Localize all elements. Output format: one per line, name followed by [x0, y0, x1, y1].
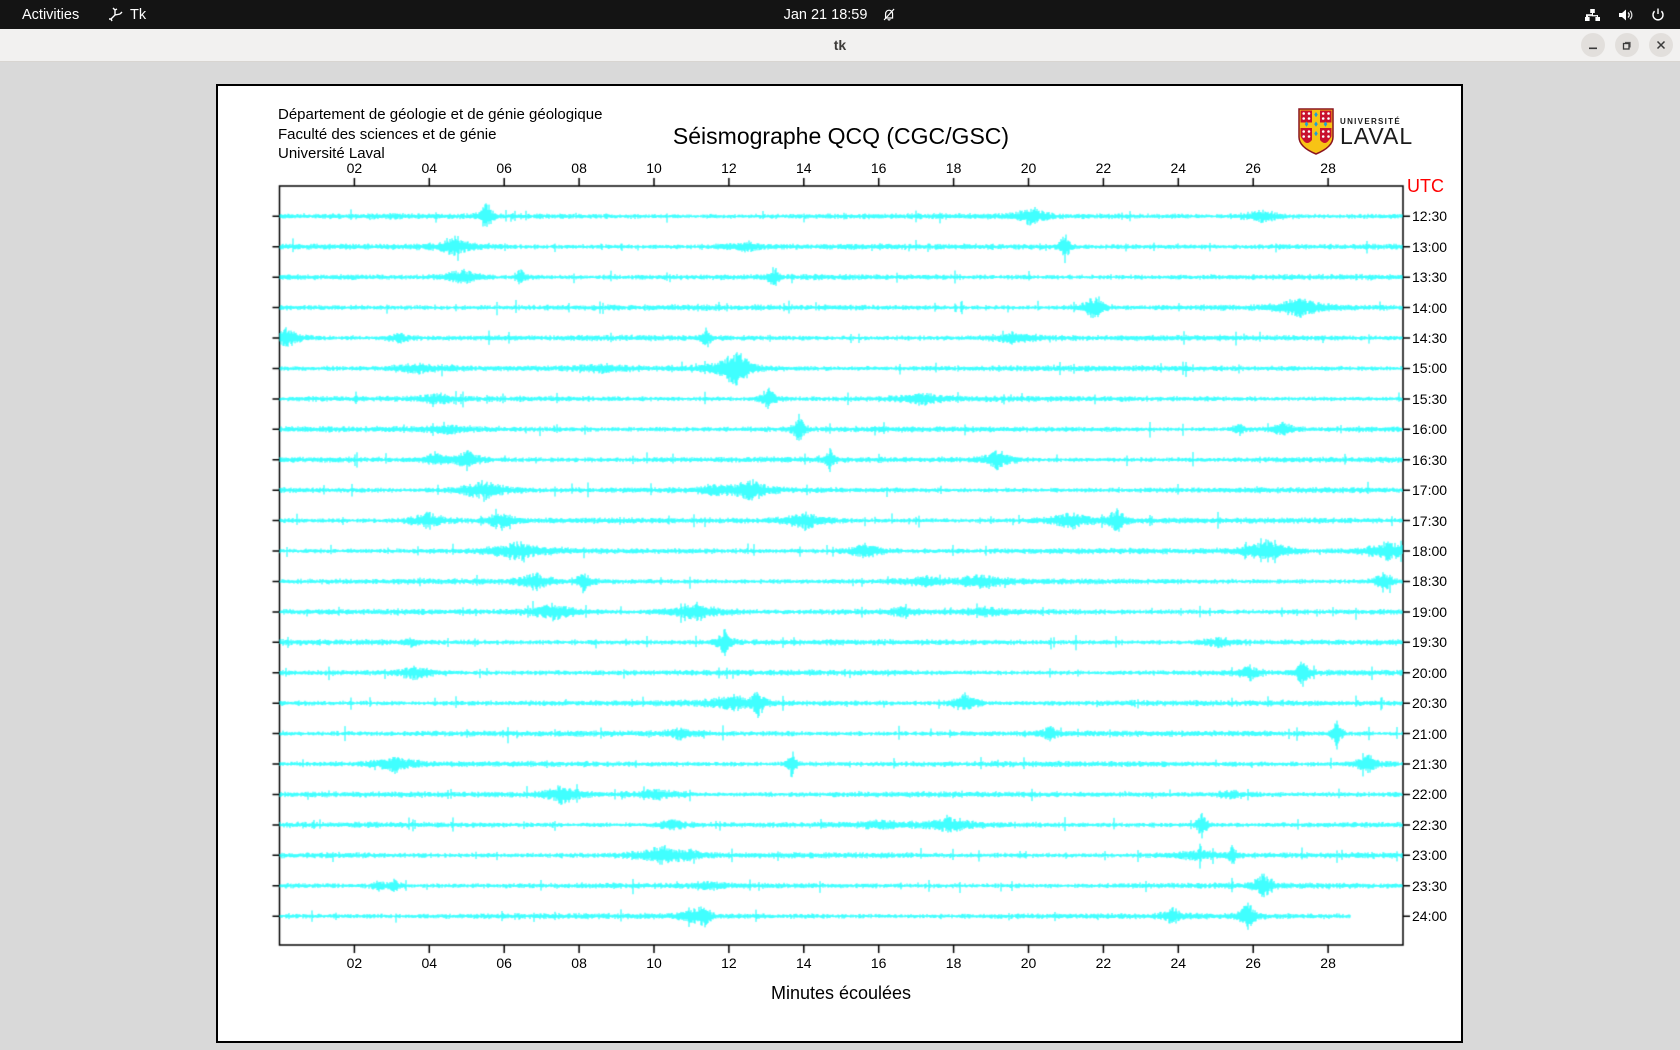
- row-time-label: 20:00: [1412, 664, 1448, 681]
- x-tick-label-bottom: 02: [346, 955, 363, 971]
- row-time-label: 17:00: [1412, 482, 1448, 499]
- row-time-label: 21:00: [1412, 725, 1448, 742]
- x-tick-label-bottom: 14: [796, 955, 812, 971]
- x-tick-label-top: 28: [1320, 160, 1336, 176]
- x-tick-label-top: 10: [646, 160, 662, 176]
- tk-app-label: Tk: [130, 6, 147, 23]
- row-time-label: 16:00: [1412, 421, 1448, 438]
- x-tick-label-top: 04: [421, 160, 438, 176]
- row-time-label: 19:30: [1412, 634, 1448, 651]
- x-tick-label-top: 12: [721, 160, 737, 176]
- x-tick-label-top: 08: [571, 160, 587, 176]
- x-tick-label-top: 24: [1170, 160, 1187, 176]
- tk-app-icon: [109, 7, 123, 22]
- close-icon: [1656, 40, 1666, 50]
- app-content: Département de géologie et de génie géol…: [0, 63, 1680, 1050]
- x-tick-label-top: 06: [496, 160, 512, 176]
- row-time-label: 15:00: [1412, 360, 1448, 377]
- row-time-label: 13:30: [1412, 269, 1448, 286]
- row-time-label: 16:30: [1412, 451, 1448, 468]
- window-titlebar: tk: [0, 29, 1680, 62]
- x-tick-label-top: 02: [346, 160, 363, 176]
- x-tick-label-top: 26: [1245, 160, 1261, 176]
- row-time-label: 22:30: [1412, 816, 1448, 833]
- row-time-label: 13:00: [1412, 238, 1448, 255]
- power-icon: [1652, 8, 1664, 20]
- volume-icon: [1619, 9, 1633, 20]
- x-tick-label-top: 14: [796, 160, 812, 176]
- x-tick-label-bottom: 20: [1020, 955, 1037, 971]
- window-title: tk: [833, 37, 847, 53]
- activities-button[interactable]: Activities: [22, 0, 79, 29]
- row-time-label: 22:00: [1412, 786, 1448, 803]
- seismograph-plot: [218, 86, 1465, 1045]
- x-tick-label-bottom: 24: [1170, 955, 1187, 971]
- window-controls: [1581, 33, 1673, 57]
- notifications-off-icon: [883, 8, 895, 21]
- row-time-label: 20:30: [1412, 695, 1448, 712]
- activities-label: Activities: [22, 6, 80, 23]
- row-time-label: 19:00: [1412, 603, 1448, 620]
- row-time-label: 18:00: [1412, 543, 1448, 560]
- x-tick-label-bottom: 08: [571, 955, 587, 971]
- row-time-label: 12:30: [1412, 208, 1448, 225]
- clock-label: Jan 21 18:59: [783, 6, 868, 23]
- row-time-label: 15:30: [1412, 390, 1448, 407]
- row-time-label: 23:00: [1412, 847, 1448, 864]
- x-tick-label-top: 22: [1095, 160, 1112, 176]
- row-time-label: 17:30: [1412, 512, 1448, 529]
- close-button[interactable]: [1649, 33, 1673, 57]
- x-tick-label-bottom: 18: [945, 955, 962, 971]
- x-tick-label-bottom: 06: [496, 955, 512, 971]
- system-menu[interactable]: [1584, 0, 1666, 29]
- network-icon: [1585, 8, 1600, 21]
- x-tick-label-bottom: 12: [721, 955, 737, 971]
- maximize-icon: [1622, 41, 1631, 50]
- x-tick-label-top: 18: [945, 160, 962, 176]
- row-time-label: 14:00: [1412, 299, 1448, 316]
- x-tick-label-bottom: 26: [1245, 955, 1261, 971]
- gnome-topbar: Activities Tk Jan 21 18:59: [0, 0, 1680, 29]
- x-tick-label-bottom: 16: [870, 955, 887, 971]
- x-tick-label-bottom: 22: [1095, 955, 1112, 971]
- x-tick-label-bottom: 28: [1320, 955, 1336, 971]
- row-time-label: 21:30: [1412, 756, 1448, 773]
- row-time-label: 14:30: [1412, 330, 1448, 347]
- x-axis-title: Minutes écoulées: [770, 983, 912, 1003]
- minimize-icon: [1589, 47, 1597, 50]
- minimize-button[interactable]: [1581, 33, 1605, 57]
- clock-button[interactable]: Jan 21 18:59: [784, 0, 897, 29]
- row-time-label: 18:30: [1412, 573, 1448, 590]
- tk-app-menu[interactable]: Tk: [108, 0, 146, 29]
- screen: Activities Tk Jan 21 18:59 tk 02 02 04 0…: [0, 0, 1680, 1050]
- x-tick-label-top: 16: [870, 160, 887, 176]
- seismograph-canvas: Département de géologie et de génie géol…: [216, 84, 1465, 1045]
- maximize-button[interactable]: [1615, 33, 1639, 57]
- x-tick-label-bottom: 10: [646, 955, 662, 971]
- row-time-label: 23:30: [1412, 877, 1448, 894]
- x-tick-label-bottom: 04: [421, 955, 438, 971]
- row-time-label: 24:00: [1412, 908, 1448, 925]
- x-tick-label-top: 20: [1020, 160, 1037, 176]
